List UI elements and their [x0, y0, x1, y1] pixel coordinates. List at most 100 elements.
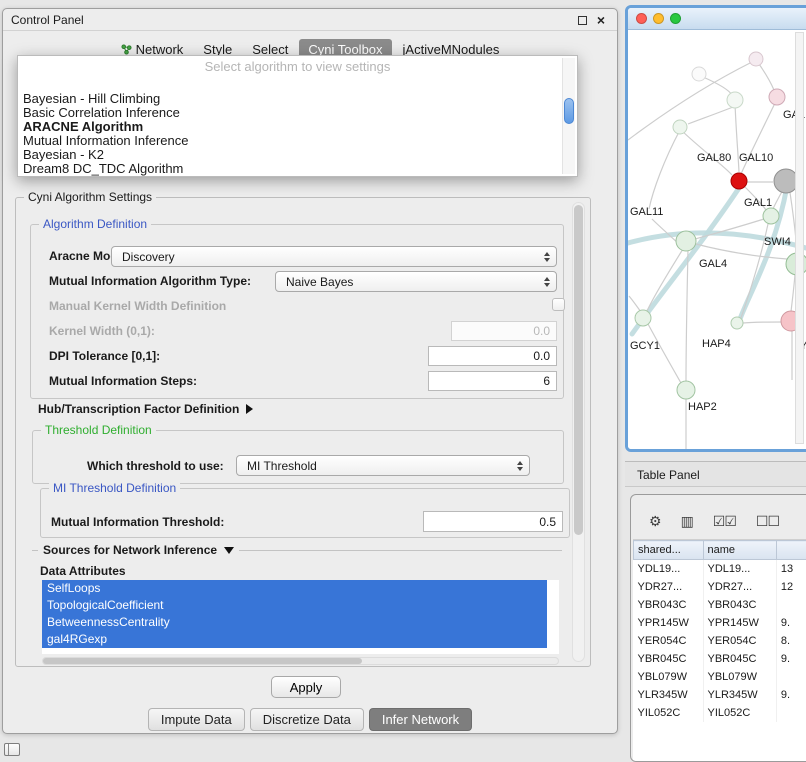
table-cell[interactable]: YBL079W	[634, 668, 704, 686]
zoom-light[interactable]	[670, 13, 681, 24]
network-edge[interactable]	[686, 250, 688, 381]
gear-icon[interactable]: ⚙	[649, 513, 661, 529]
column-header[interactable]	[776, 541, 806, 560]
network-edge[interactable]	[647, 249, 683, 311]
table-cell[interactable]: YDR27...	[703, 578, 776, 596]
network-edge[interactable]	[649, 130, 680, 209]
table-cell[interactable]: YER054C	[703, 632, 776, 650]
vscrollbar-thumb[interactable]	[574, 205, 583, 535]
table-cell[interactable]: YPR145W	[703, 614, 776, 632]
attribute-item[interactable]: gal4RGexp	[42, 631, 547, 648]
columns-icon[interactable]: ▥	[681, 513, 693, 529]
table-cell[interactable]: 13	[776, 560, 806, 579]
table-row[interactable]: YDL19...YDL19...13	[634, 560, 806, 579]
network-node[interactable]	[673, 120, 687, 134]
checked-boxes-icon[interactable]: ☑☑	[713, 513, 736, 529]
network-node[interactable]	[731, 173, 747, 189]
apply-button[interactable]: Apply	[271, 676, 341, 698]
network-node[interactable]	[677, 381, 695, 399]
network-edge[interactable]	[688, 107, 733, 124]
algorithm-option[interactable]: Basic Correlation Inference	[20, 106, 559, 120]
algorithm-option[interactable]: Dream8 DC_TDC Algorithm	[20, 162, 559, 176]
network-edge[interactable]	[743, 322, 782, 323]
table-cell[interactable]: 12	[776, 578, 806, 596]
network-node[interactable]	[731, 317, 743, 329]
table-row[interactable]: YIL052CYIL052C	[634, 704, 806, 722]
network-edge[interactable]	[648, 324, 681, 383]
minimize-light[interactable]	[653, 13, 664, 24]
network-node[interactable]	[763, 208, 779, 224]
network-node[interactable]	[692, 67, 706, 81]
network-edge[interactable]	[652, 219, 679, 244]
attribute-list-hscrollbar[interactable]	[42, 657, 559, 665]
kernel-width-field[interactable]: 0.0	[451, 321, 557, 341]
table-cell[interactable]: YDL19...	[703, 560, 776, 579]
table-row[interactable]: YBR043CYBR043C	[634, 596, 806, 614]
algorithm-option[interactable]: Bayesian - K2	[20, 148, 559, 162]
column-header[interactable]: name	[703, 541, 776, 560]
sources-toggle[interactable]: Sources for Network Inference	[38, 543, 239, 557]
table-cell[interactable]	[776, 596, 806, 614]
table-row[interactable]: YLR345WYLR345W9.	[634, 686, 806, 704]
mi-threshold-field[interactable]: 0.5	[423, 511, 563, 532]
table-row[interactable]: YPR145WYPR145W9.	[634, 614, 806, 632]
dpi-tolerance-field[interactable]: 0.0	[428, 346, 557, 366]
hscrollbar-thumb[interactable]	[43, 658, 362, 664]
network-node[interactable]	[749, 52, 763, 66]
table-cell[interactable]: 9.	[776, 686, 806, 704]
table-row[interactable]: YDR27...YDR27...12	[634, 578, 806, 596]
hub-definition-toggle[interactable]: Hub/Transcription Factor Definition	[38, 402, 253, 416]
table-row[interactable]: YBR045CYBR045C9.	[634, 650, 806, 668]
algorithm-option[interactable]: Mutual Information Inference	[20, 134, 559, 148]
table-row[interactable]: YBL079WYBL079W	[634, 668, 806, 686]
table-cell[interactable]	[776, 668, 806, 686]
table-cell[interactable]	[776, 704, 806, 722]
table-cell[interactable]: YDR27...	[634, 578, 704, 596]
control-panel-titlebar[interactable]: Control Panel ×	[3, 9, 617, 31]
bottom-tab-impute-data[interactable]: Impute Data	[148, 708, 245, 731]
unchecked-boxes-icon[interactable]: ☐☐	[756, 513, 779, 529]
network-canvas[interactable]: GAL80GAL10GAL11GAL1SWI4GAL4GCY1HAP4HAP2G…	[628, 30, 806, 449]
algorithm-option[interactable]: Bayesian - Hill Climbing	[20, 92, 559, 106]
table-cell[interactable]: YBR043C	[634, 596, 704, 614]
popup-scrollbar[interactable]	[562, 58, 575, 174]
attribute-item[interactable]: SelfLoops	[42, 580, 547, 597]
table-row[interactable]: YER054CYER054C8.	[634, 632, 806, 650]
float-button[interactable]	[578, 16, 587, 25]
bottom-tab-infer-network[interactable]: Infer Network	[369, 708, 472, 731]
attribute-item[interactable]: BetweennessCentrality	[42, 614, 547, 631]
aracne-mode-select[interactable]: Discovery	[111, 246, 557, 267]
table-cell[interactable]: YBR043C	[703, 596, 776, 614]
network-node[interactable]	[676, 231, 696, 251]
close-light[interactable]	[636, 13, 647, 24]
settings-vscrollbar[interactable]	[572, 202, 585, 662]
table-cell[interactable]: YIL052C	[634, 704, 704, 722]
table-cell[interactable]: YBL079W	[703, 668, 776, 686]
network-node[interactable]	[769, 89, 785, 105]
table-cell[interactable]: YLR345W	[634, 686, 704, 704]
close-button[interactable]: ×	[597, 13, 605, 27]
table-cell[interactable]: 9.	[776, 614, 806, 632]
manual-kernel-checkbox[interactable]	[552, 298, 565, 311]
network-edge[interactable]	[759, 64, 774, 90]
popup-scrollbar-thumb[interactable]	[564, 98, 574, 124]
algorithm-option[interactable]: ARACNE Algorithm	[20, 120, 559, 134]
attribute-item[interactable]: TopologicalCoefficient	[42, 597, 547, 614]
column-header[interactable]: shared...	[634, 541, 704, 560]
table-cell[interactable]: YPR145W	[634, 614, 704, 632]
mi-steps-field[interactable]: 6	[428, 371, 557, 391]
threshold-select[interactable]: MI Threshold	[236, 455, 530, 476]
table-cell[interactable]: YER054C	[634, 632, 704, 650]
attribute-list[interactable]: SelfLoopsTopologicalCoefficientBetweenne…	[42, 580, 559, 654]
network-window-titlebar[interactable]	[628, 8, 806, 30]
table-cell[interactable]: 9.	[776, 650, 806, 668]
table-cell[interactable]: YBR045C	[703, 650, 776, 668]
table-cell[interactable]: 8.	[776, 632, 806, 650]
mi-type-select[interactable]: Naive Bayes	[275, 271, 557, 292]
network-node[interactable]	[727, 92, 743, 108]
table-cell[interactable]: YIL052C	[703, 704, 776, 722]
table-cell[interactable]: YDL19...	[634, 560, 704, 579]
bottom-tab-discretize-data[interactable]: Discretize Data	[250, 708, 364, 731]
table-cell[interactable]: YBR045C	[634, 650, 704, 668]
restore-panel-icon[interactable]	[4, 743, 20, 756]
